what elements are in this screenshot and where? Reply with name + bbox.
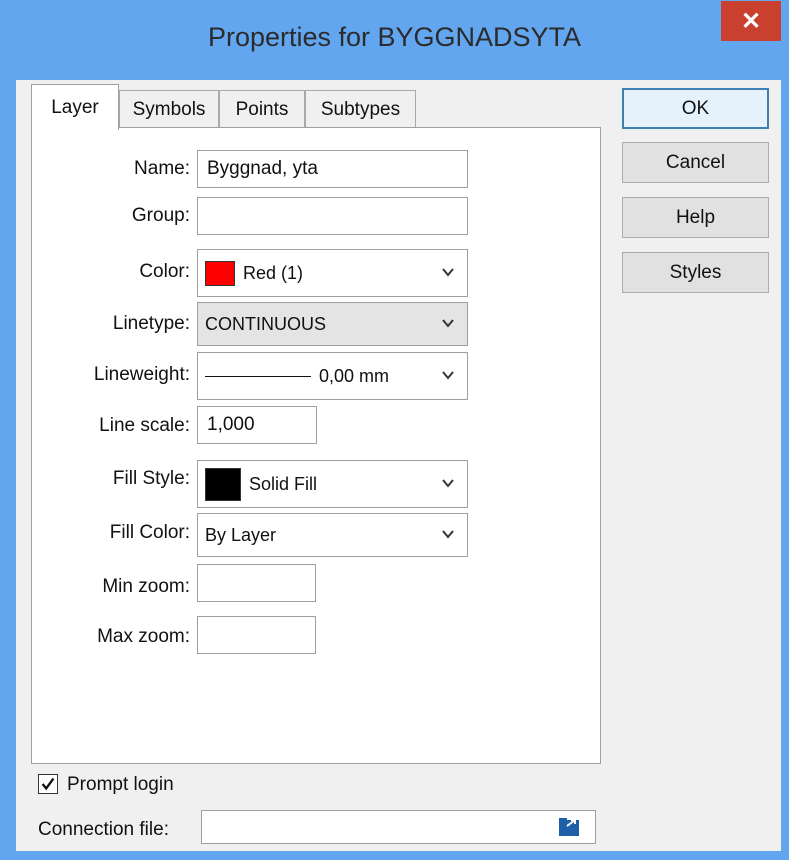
lineweight-dropdown[interactable]: 0,00 mm: [197, 352, 468, 400]
group-label: Group:: [131, 205, 190, 226]
tab-symbols[interactable]: Symbols: [119, 90, 219, 128]
lineweight-value: 0,00 mm: [319, 365, 390, 386]
color-label: Color:: [139, 261, 190, 282]
window-title: Properties for BYGGNADSYTA: [207, 22, 582, 52]
chevron-down-icon: [442, 268, 454, 277]
fillstyle-label: Fill Style:: [112, 468, 190, 489]
checkmark-icon: [41, 777, 55, 791]
fillstyle-value: Solid Fill: [249, 473, 318, 494]
ok-button[interactable]: OK: [622, 88, 769, 129]
lineweight-label: Lineweight:: [93, 364, 190, 385]
minzoom-label: Min zoom:: [102, 576, 190, 597]
minzoom-field[interactable]: [197, 564, 316, 602]
prompt-login-label[interactable]: Prompt login: [67, 774, 174, 796]
color-swatch: [205, 260, 235, 286]
prompt-login-checkbox[interactable]: [38, 774, 58, 794]
connection-file-field[interactable]: [201, 810, 596, 844]
linescale-field[interactable]: 1,000: [197, 406, 317, 444]
fillcolor-value: By Layer: [205, 524, 277, 545]
properties-dialog: Properties for BYGGNADSYTA ✕ Layer Symbo…: [0, 0, 789, 860]
tab-subtypes[interactable]: Subtypes: [305, 90, 416, 128]
dialog-client-area: Layer Symbols Points Subtypes Name: Bygg…: [16, 80, 781, 851]
chevron-down-icon: [442, 319, 454, 328]
tab-points[interactable]: Points: [219, 90, 305, 128]
linetype-value: CONTINUOUS: [205, 313, 326, 334]
styles-button[interactable]: Styles: [622, 252, 769, 293]
linetype-label: Linetype:: [112, 313, 190, 334]
title-bar[interactable]: Properties for BYGGNADSYTA ✕: [0, 0, 789, 80]
chevron-down-icon: [442, 530, 454, 539]
help-button[interactable]: Help: [622, 197, 769, 238]
cancel-button[interactable]: Cancel: [622, 142, 769, 183]
layer-tab-panel: Name: Byggnad, yta Group: Color: Red (1)…: [31, 127, 601, 764]
open-folder-icon[interactable]: [557, 814, 581, 838]
color-dropdown[interactable]: Red (1): [197, 249, 468, 297]
close-icon: ✕: [740, 7, 762, 35]
fillstyle-dropdown[interactable]: Solid Fill: [197, 460, 468, 508]
fillstyle-swatch: [205, 467, 241, 501]
close-button[interactable]: ✕: [721, 1, 781, 41]
chevron-down-icon: [442, 371, 454, 380]
color-value: Red (1): [243, 262, 304, 283]
group-field[interactable]: [197, 197, 468, 235]
linescale-label: Line scale:: [99, 415, 190, 436]
fillcolor-dropdown[interactable]: By Layer: [197, 513, 468, 557]
tab-layer[interactable]: Layer: [31, 84, 119, 130]
fillcolor-label: Fill Color:: [109, 522, 190, 543]
name-label: Name:: [134, 158, 190, 179]
lineweight-sample-line: [205, 375, 311, 377]
linetype-dropdown[interactable]: CONTINUOUS: [197, 302, 468, 346]
connection-file-label: Connection file:: [38, 819, 169, 840]
chevron-down-icon: [442, 479, 454, 488]
maxzoom-label: Max zoom:: [97, 626, 190, 647]
name-field[interactable]: Byggnad, yta: [197, 150, 468, 188]
maxzoom-field[interactable]: [197, 616, 316, 654]
